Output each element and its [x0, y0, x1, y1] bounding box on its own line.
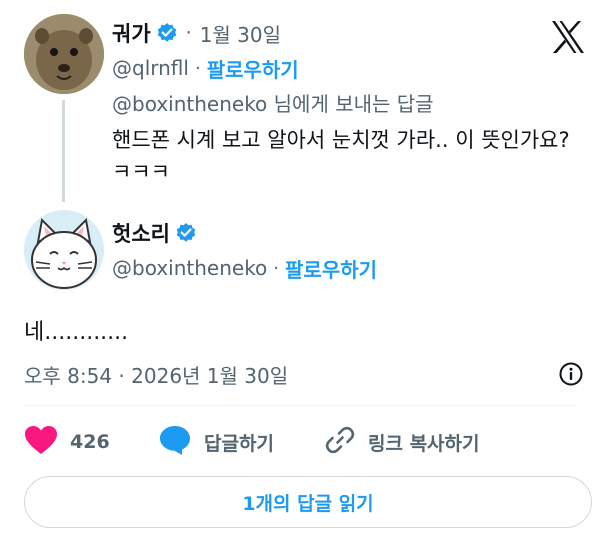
parent-follow-button[interactable]: 팔로우하기	[207, 54, 299, 83]
reply-action[interactable]: 답글하기	[158, 424, 274, 460]
x-logo-icon[interactable]	[550, 20, 586, 54]
verified-badge-icon	[175, 222, 197, 244]
copy-link-label: 링크 복사하기	[368, 432, 480, 455]
parent-avatar[interactable]	[24, 14, 104, 94]
main-display-name[interactable]: 헛소리	[112, 218, 170, 248]
main-tweet-text: 네............	[24, 320, 129, 345]
divider	[24, 405, 576, 406]
parent-handle-row: @qlrnfll · 팔로우하기	[112, 54, 299, 82]
parent-header: 궈가 · 1월 30일	[112, 18, 281, 48]
read-replies-button[interactable]: 1개의 답글 읽기	[24, 476, 592, 528]
reply-label: 답글하기	[204, 432, 274, 455]
like-action[interactable]: 426	[24, 424, 110, 460]
main-avatar[interactable]	[24, 210, 104, 290]
parent-date[interactable]: 1월 30일	[200, 19, 281, 48]
main-handle-row: @boxintheneko · 팔로우하기	[112, 254, 377, 282]
like-count: 426	[70, 431, 110, 453]
separator-dot: ·	[185, 22, 192, 44]
tweet-timestamp[interactable]: 오후 8:54 · 2026년 1월 30일	[24, 360, 288, 389]
main-follow-button[interactable]: 팔로우하기	[285, 254, 377, 283]
replying-to-label: @boxintheneko 님에게 보내는 답글	[112, 92, 434, 116]
heart-icon[interactable]	[24, 425, 58, 459]
parent-display-name[interactable]: 궈가	[112, 18, 151, 48]
link-icon[interactable]	[324, 424, 356, 460]
main-handle[interactable]: @boxintheneko	[112, 256, 267, 280]
copy-link-action[interactable]: 링크 복사하기	[324, 424, 480, 460]
reply-bubble-icon[interactable]	[158, 424, 192, 460]
thread-connector-line	[62, 100, 65, 202]
info-icon[interactable]	[558, 361, 584, 387]
main-header: 헛소리	[112, 218, 197, 248]
verified-badge-icon	[156, 22, 178, 44]
separator-dot: ·	[194, 57, 201, 79]
separator-dot: ·	[273, 257, 280, 279]
parent-tweet-text: 핸드폰 시계 보고 알아서 눈치껏 가라.. 이 뜻인가요? ㅋㅋㅋ	[112, 128, 570, 184]
parent-handle[interactable]: @qlrnfll	[112, 56, 189, 80]
